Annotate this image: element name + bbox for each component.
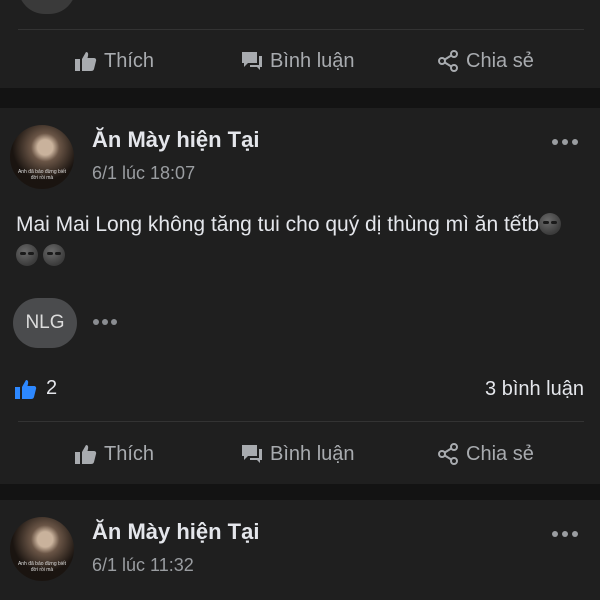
- comment-button[interactable]: Bình luận: [240, 41, 355, 81]
- post-timestamp[interactable]: 6/1 lúc 11:32: [92, 555, 194, 576]
- share-label: Chia sẻ: [466, 49, 534, 72]
- emoji-icon: [16, 244, 38, 266]
- post-timestamp[interactable]: 6/1 lúc 18:07: [92, 163, 195, 184]
- thumbs-up-icon: [75, 52, 97, 71]
- feed-separator: [0, 484, 600, 500]
- author-avatar[interactable]: Anh đã bảo đừng biết đời rồi mà: [10, 125, 74, 189]
- action-bar: Thích Bình luận Chia sẻ: [0, 434, 600, 474]
- share-label: Chia sẻ: [466, 442, 534, 465]
- commenter-avatar[interactable]: NLG: [13, 298, 77, 348]
- share-button[interactable]: Chia sẻ: [436, 434, 534, 474]
- thumbs-up-icon: [15, 379, 37, 399]
- author-avatar[interactable]: Anh đã bảo đừng biết đời rồi mà: [10, 517, 74, 581]
- avatar-caption: Anh đã bảo đừng biết đời rồi mà: [17, 169, 67, 181]
- share-button[interactable]: Chia sẻ: [436, 41, 534, 81]
- comment-count[interactable]: 3 bình luận: [485, 378, 584, 401]
- comment-label: Bình luận: [270, 49, 355, 72]
- author-name[interactable]: Ăn Mày hiện Tại: [92, 519, 259, 545]
- like-button[interactable]: Thích: [74, 41, 154, 81]
- post-body: Mai Mai Long không tăng tui cho quý dị t…: [16, 209, 586, 271]
- like-label: Thích: [104, 442, 155, 465]
- post-card: Anh đã bảo đừng biết đời rồi mà Ăn Mày h…: [0, 500, 600, 600]
- comment-icon: [242, 445, 262, 463]
- more-comments-icon[interactable]: [93, 318, 121, 326]
- emoji-icon: [539, 213, 562, 235]
- divider: [18, 421, 584, 422]
- thumbs-up-icon: [75, 445, 97, 464]
- action-bar: Thích Bình luận Chia sẻ: [0, 41, 600, 81]
- avatar-caption: Anh đã bảo đừng biết đời rồi mà: [17, 561, 67, 573]
- previous-post-card: Thích Bình luận Chia sẻ: [0, 0, 600, 88]
- feed-separator: [0, 88, 600, 108]
- like-count[interactable]: 2: [14, 377, 57, 400]
- comment-bubble[interactable]: [18, 0, 76, 14]
- more-options-icon[interactable]: [552, 529, 578, 539]
- comment-icon: [242, 52, 262, 70]
- post-stats: 2 3 bình luận: [0, 377, 600, 407]
- author-name[interactable]: Ăn Mày hiện Tại: [92, 127, 259, 153]
- post-header: Anh đã bảo đừng biết đời rồi mà Ăn Mày h…: [0, 517, 600, 587]
- post-card: Anh đã bảo đừng biết đời rồi mà Ăn Mày h…: [0, 108, 600, 484]
- like-count-value: 2: [46, 377, 58, 399]
- comment-label: Bình luận: [270, 442, 355, 465]
- more-options-icon[interactable]: [552, 137, 578, 147]
- post-text: Mai Mai Long không tăng tui cho quý dị t…: [16, 213, 540, 236]
- emoji-icon: [43, 244, 65, 266]
- share-icon: [438, 50, 458, 72]
- comment-button[interactable]: Bình luận: [240, 434, 355, 474]
- divider: [18, 29, 584, 30]
- share-icon: [438, 443, 458, 465]
- like-label: Thích: [104, 49, 155, 72]
- post-header: Anh đã bảo đừng biết đời rồi mà Ăn Mày h…: [0, 125, 600, 195]
- like-button[interactable]: Thích: [74, 434, 154, 474]
